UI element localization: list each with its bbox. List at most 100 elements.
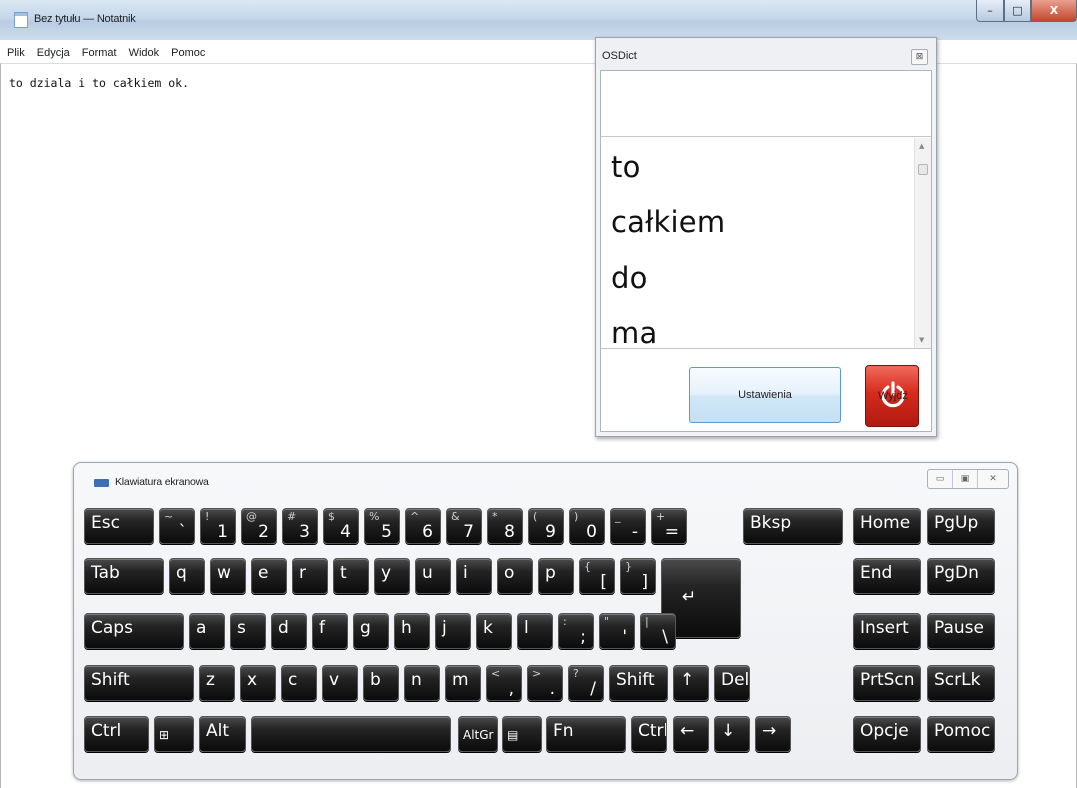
suggestion-item[interactable]: do (611, 261, 648, 295)
menu-pomoc[interactable]: Pomoc (165, 45, 211, 63)
scroll-down-icon[interactable]: ▼ (919, 336, 924, 344)
key-1-3[interactable]: e (251, 558, 287, 594)
minimize-button[interactable]: – (976, 0, 1004, 22)
key-2-7[interactable]: j (435, 613, 471, 649)
windows-logo-key[interactable]: ⊞ (154, 716, 194, 752)
key-home[interactable]: Home (853, 508, 921, 544)
key-capslock[interactable]: Caps (84, 613, 184, 649)
key-shift[interactable]: Shift (609, 665, 668, 701)
keyboard-minimize-icon[interactable]: ▭ (928, 470, 953, 488)
suggestion-scrollbar[interactable]: ▲ ▼ (914, 138, 931, 348)
key-1-8[interactable]: i (456, 558, 492, 594)
key-3-10[interactable]: ? / (568, 665, 604, 701)
key-1-5[interactable]: t (333, 558, 369, 594)
key-esc[interactable]: Esc (84, 508, 154, 544)
key-0-11[interactable]: ) 0 (569, 508, 605, 544)
osdict-close-icon[interactable]: ⊠ (911, 49, 928, 65)
key-0-2[interactable]: ! 1 (200, 508, 236, 544)
scroll-thumb[interactable] (918, 164, 928, 175)
key-3-3[interactable]: c (281, 665, 317, 701)
key-1-11[interactable]: {[ (579, 558, 615, 594)
key-0-13[interactable]: + = (651, 508, 687, 544)
maximize-button[interactable]: □ (1004, 0, 1031, 22)
key-3-6[interactable]: n (404, 665, 440, 701)
key-insert[interactable]: Insert (853, 613, 921, 649)
key-altgr[interactable]: AltGr (458, 716, 498, 752)
key-fn[interactable]: Fn (546, 716, 626, 752)
menu-key-key[interactable]: ▤ (502, 716, 542, 752)
key-pause[interactable]: Pause (927, 613, 995, 649)
key-0-1[interactable]: ~ ` (159, 508, 195, 544)
key-1-7[interactable]: u (415, 558, 451, 594)
key-space[interactable] (251, 716, 451, 752)
key-2-6[interactable]: h (394, 613, 430, 649)
key-pagedown[interactable]: PgDn (927, 558, 995, 594)
key-3-9[interactable]: >. (527, 665, 563, 701)
key-2-11[interactable]: " ' (599, 613, 635, 649)
key-2-2[interactable]: s (230, 613, 266, 649)
key-1-9[interactable]: o (497, 558, 533, 594)
exit-button[interactable]: Wyjdź (865, 365, 919, 427)
key-scrolllock[interactable]: ScrLk (927, 665, 995, 701)
key-2-9[interactable]: l (517, 613, 553, 649)
scroll-up-icon[interactable]: ▲ (919, 142, 924, 150)
menu-format[interactable]: Format (76, 45, 123, 63)
key-0-9[interactable]: * 8 (487, 508, 523, 544)
menu-widok[interactable]: Widok (123, 45, 166, 63)
key-1-4[interactable]: r (292, 558, 328, 594)
key-options[interactable]: Opcje (853, 716, 921, 752)
key-end[interactable]: End (853, 558, 921, 594)
key-alt[interactable]: Alt (199, 716, 246, 752)
key-1-6[interactable]: y (374, 558, 410, 594)
key-0-5[interactable]: $4 (323, 508, 359, 544)
key-2-8[interactable]: k (476, 613, 512, 649)
key-0-6[interactable]: % 5 (364, 508, 400, 544)
key-3-8[interactable]: <, (486, 665, 522, 701)
key-1-10[interactable]: p (538, 558, 574, 594)
menu-plik[interactable]: Plik (0, 45, 31, 63)
key-0-4[interactable]: #3 (282, 508, 318, 544)
key-2-10[interactable]: :; (558, 613, 594, 649)
word-suggestion-list[interactable]: to całkiem do ma ▲ ▼ (601, 138, 931, 349)
key-help[interactable]: Pomoc (927, 716, 995, 752)
key-ctrl[interactable]: Ctrl (631, 716, 667, 752)
editor-content[interactable]: to dziala i to całkiem ok. (9, 76, 189, 90)
settings-button[interactable]: Ustawienia (689, 367, 841, 423)
key-backspace[interactable]: Bksp (743, 508, 843, 544)
key-pageup[interactable]: PgUp (927, 508, 995, 544)
close-button[interactable]: X (1031, 0, 1077, 22)
key-3-1[interactable]: z (199, 665, 235, 701)
key-3-4[interactable]: v (322, 665, 358, 701)
osdict-titlebar[interactable]: OSDict ⊠ (596, 38, 936, 70)
key-up-arrow[interactable]: ↑ (673, 665, 709, 701)
key-0-10[interactable]: (9 (528, 508, 564, 544)
key-down-arrow[interactable]: ↓ (714, 716, 750, 752)
suggestion-item[interactable]: ma (611, 316, 657, 348)
suggestion-item[interactable]: całkiem (611, 205, 725, 239)
key-1-2[interactable]: w (210, 558, 246, 594)
key-delete[interactable]: Del (714, 665, 750, 701)
key-2-5[interactable]: g (353, 613, 389, 649)
suggestion-item[interactable]: to (611, 150, 641, 184)
key-3-7[interactable]: m (445, 665, 481, 701)
key-1-12[interactable]: }] (620, 558, 656, 594)
key-3-5[interactable]: b (363, 665, 399, 701)
key-0-7[interactable]: ^ 6 (405, 508, 441, 544)
key-3-2[interactable]: x (240, 665, 276, 701)
key-printscreen[interactable]: PrtScn (853, 665, 921, 701)
key-2-1[interactable]: a (189, 613, 225, 649)
key-ctrl[interactable]: Ctrl (84, 716, 149, 752)
key-2-12[interactable]: | \ (640, 613, 676, 649)
key-1-1[interactable]: q (169, 558, 205, 594)
key-2-3[interactable]: d (271, 613, 307, 649)
key-0-12[interactable]: _ - (610, 508, 646, 544)
key-tab[interactable]: Tab (84, 558, 164, 594)
keyboard-close-icon[interactable]: ✕ (978, 470, 1008, 488)
key-shift[interactable]: Shift (84, 665, 194, 701)
key-0-8[interactable]: & 7 (446, 508, 482, 544)
key-left-arrow[interactable]: ← (673, 716, 709, 752)
key-0-3[interactable]: @2 (241, 508, 277, 544)
key-right-arrow[interactable]: → (755, 716, 791, 752)
menu-edycja[interactable]: Edycja (31, 45, 76, 63)
keyboard-maximize-icon[interactable]: ▣ (953, 470, 978, 488)
